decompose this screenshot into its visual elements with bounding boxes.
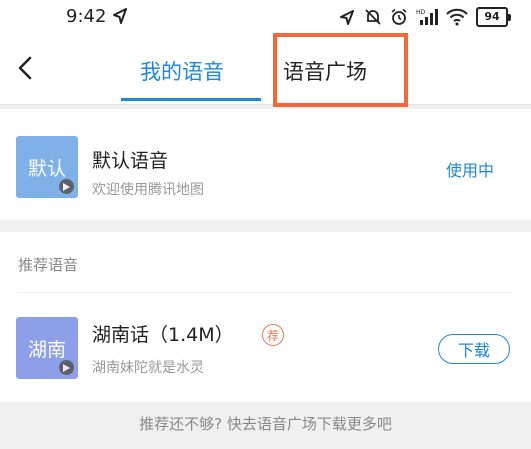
alarm-icon bbox=[391, 8, 407, 25]
play-icon[interactable] bbox=[59, 179, 74, 194]
download-button[interactable]: 下载 bbox=[438, 334, 510, 364]
recommended-badge: 荐 bbox=[262, 324, 284, 346]
location-off-icon bbox=[340, 10, 354, 25]
highlight-box bbox=[273, 33, 408, 107]
default-voice-thumbnail[interactable]: 默认 bbox=[16, 136, 78, 198]
voice-title: 默认语音 bbox=[92, 150, 169, 172]
hunan-voice-thumbnail[interactable]: 湖南 bbox=[16, 317, 78, 379]
battery-level: 94 bbox=[476, 7, 508, 27]
top-nav: 我的语音 语音广场 bbox=[0, 36, 531, 105]
thumb-label: 默认 bbox=[27, 157, 66, 180]
back-arrow-icon[interactable] bbox=[10, 52, 42, 84]
wifi-icon bbox=[446, 8, 468, 26]
hd-signal-icon: HD bbox=[416, 9, 438, 25]
voice-subtitle: 湖南妹陀就是水灵 bbox=[92, 360, 204, 376]
play-icon[interactable] bbox=[59, 360, 74, 375]
section-title: 推荐语音 bbox=[18, 256, 79, 274]
divider bbox=[18, 292, 513, 293]
tab-my-voice[interactable]: 我的语音 bbox=[140, 56, 224, 86]
recommended-section bbox=[0, 232, 531, 402]
status-time: 9:42 bbox=[66, 6, 107, 27]
svg-text:HD: HD bbox=[416, 9, 426, 16]
voice-subtitle: 欢迎使用腾讯地图 bbox=[92, 182, 204, 198]
status-icons: HD 94 bbox=[338, 7, 511, 27]
active-tab-indicator bbox=[121, 98, 261, 101]
battery-icon: 94 bbox=[476, 7, 511, 27]
no-alarm-icon bbox=[365, 9, 381, 25]
in-use-status: 使用中 bbox=[446, 161, 495, 180]
status-bar: 9:42 HD 94 bbox=[0, 0, 531, 36]
footer-hint[interactable]: 推荐还不够? 快去语音广场下载更多吧 bbox=[0, 413, 531, 434]
thumb-label: 湖南 bbox=[27, 338, 66, 361]
voice-title: 湖南话（1.4M） bbox=[92, 324, 234, 346]
location-arrow-icon bbox=[113, 8, 127, 24]
